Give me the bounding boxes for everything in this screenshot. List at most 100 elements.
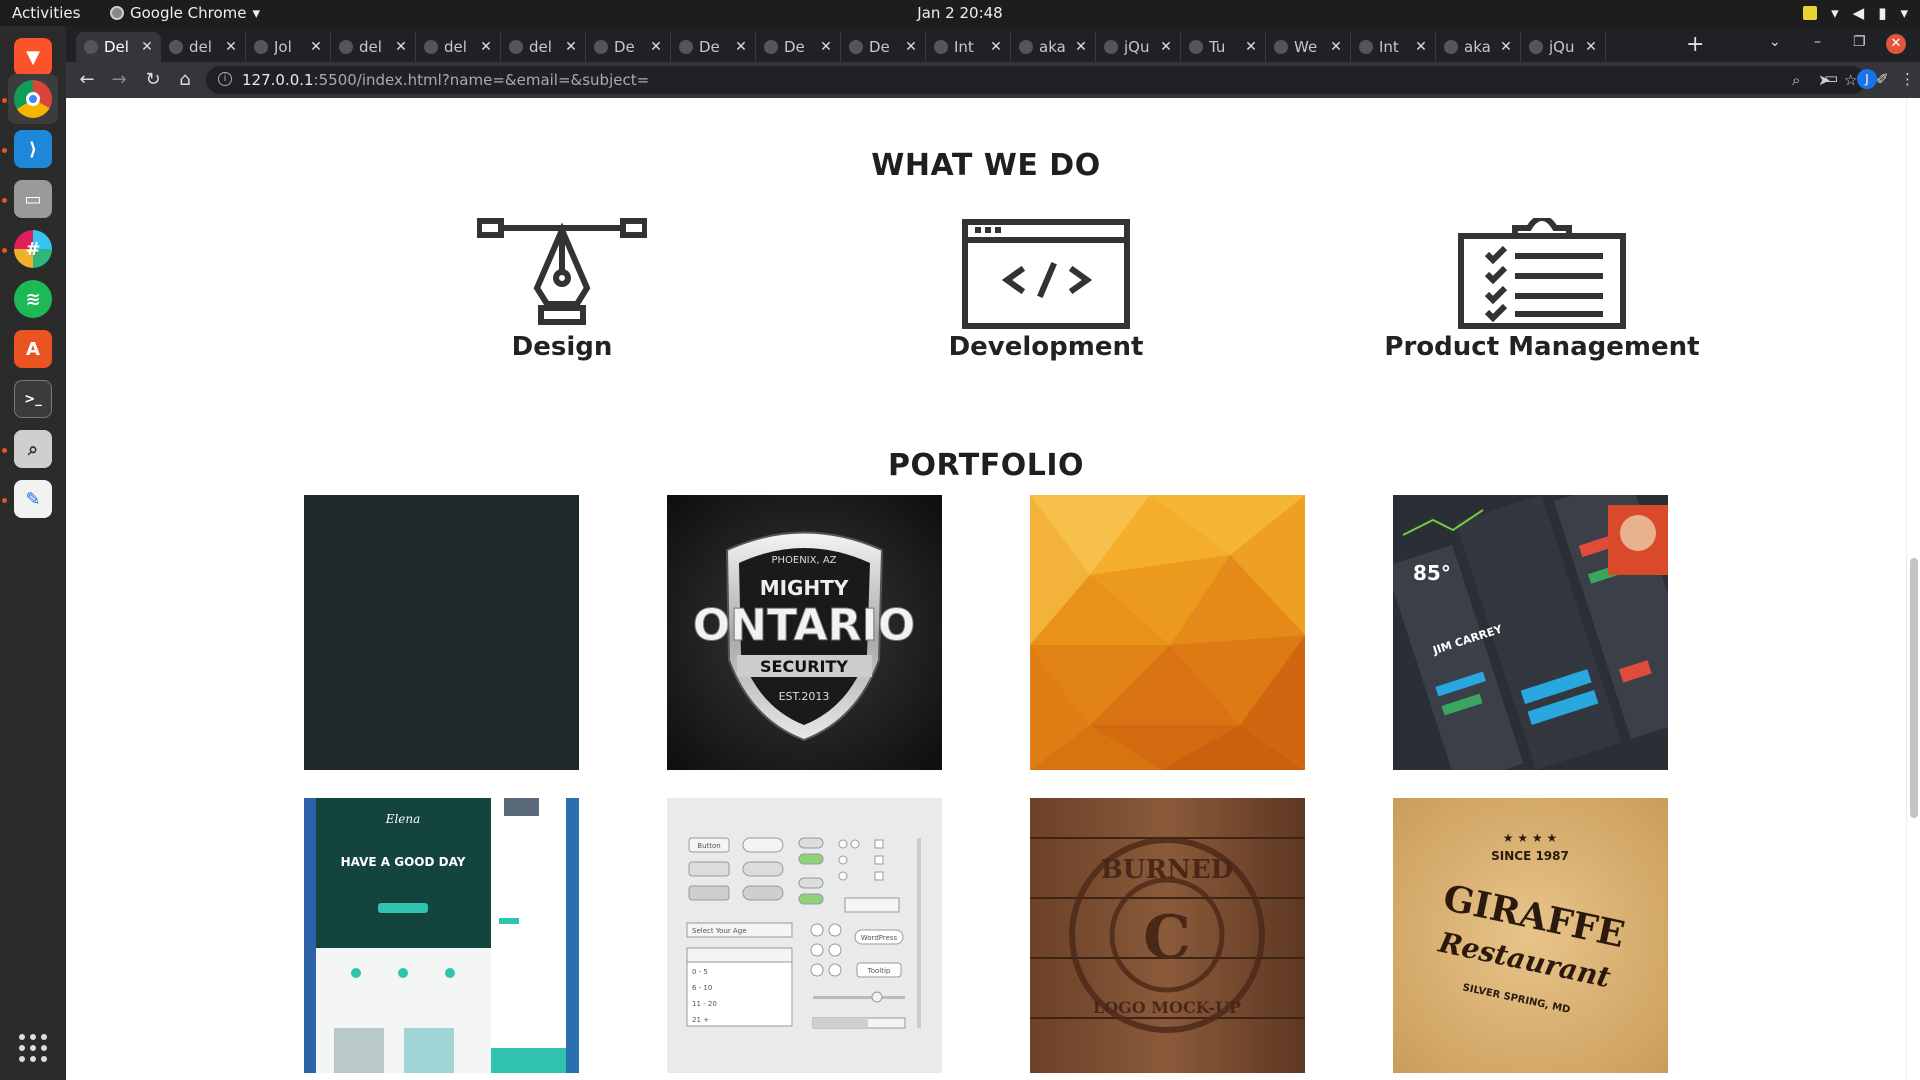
app-menu[interactable]: Google Chrome ▾ [110,4,260,22]
tab-close-icon[interactable]: ✕ [393,39,409,55]
portfolio-item-ontario[interactable]: PHOENIX, AZ MIGHTY ONTARIO SECURITY EST.… [667,495,942,770]
tab-favicon-icon [1529,40,1543,54]
tab-close-icon[interactable]: ✕ [818,39,834,55]
browser-tab[interactable]: del ✕ [416,32,501,62]
browser-tab[interactable]: Int ✕ [926,32,1011,62]
stars-decoration: ★ ★ ★ ★ [1503,831,1557,845]
new-tab-button[interactable]: + [1686,32,1704,57]
browser-tab[interactable]: jQu ✕ [1521,32,1606,62]
bookmark-star-icon[interactable]: ☆ [1844,71,1857,89]
dock-text-editor[interactable]: ✎ [8,474,58,524]
tab-close-icon[interactable]: ✕ [139,39,155,55]
site-info-icon[interactable]: i [218,72,232,86]
portfolio-item-orange-polygon[interactable] [1030,495,1305,770]
zoom-icon[interactable]: ⌕ [1792,71,1800,89]
tab-title: del [529,38,552,56]
dock-files[interactable]: ▭ [8,174,58,224]
back-button[interactable]: ← [76,69,98,90]
close-window-button[interactable]: ✕ [1886,34,1906,54]
tab-close-icon[interactable]: ✕ [1073,39,1089,55]
ubuntu-dock: ▼ ⟩ ▭ # ≋ A >_ ⌕ ✎ [0,26,66,1080]
browser-tab[interactable]: We ✕ [1266,32,1351,62]
browser-tab[interactable]: De ✕ [586,32,671,62]
browser-tab[interactable]: De ✕ [671,32,756,62]
home-button[interactable]: ⌂ [174,69,196,90]
tab-close-icon[interactable]: ✕ [478,39,494,55]
browser-tab[interactable]: aka ✕ [1011,32,1096,62]
tab-title: De [869,38,890,56]
browser-tab[interactable]: del ✕ [331,32,416,62]
tab-close-icon[interactable]: ✕ [223,39,239,55]
dock-spotify[interactable]: ≋ [8,274,58,324]
browser-tab[interactable]: Del ✕ [76,32,161,62]
browser-tab[interactable]: Tu ✕ [1181,32,1266,62]
page-scrollbar[interactable] [1906,98,1920,1080]
dock-chrome[interactable] [8,74,58,124]
terminal-icon: >_ [14,380,52,418]
browser-tab[interactable]: del ✕ [161,32,246,62]
tab-close-icon[interactable]: ✕ [1243,39,1259,55]
tab-title: del [189,38,212,56]
browser-tab[interactable]: del ✕ [501,32,586,62]
tab-search-icon[interactable]: ⌄ [1769,34,1781,50]
minimize-button[interactable]: – [1814,34,1821,50]
chrome-menu-icon[interactable]: ⋮ [1900,70,1915,88]
system-tray[interactable]: ▾ ◀ ▮ ▾ [1803,4,1908,22]
tab-close-icon[interactable]: ✕ [903,39,919,55]
notes-indicator-icon[interactable] [1803,6,1818,20]
browser-tab[interactable]: jQu ✕ [1096,32,1181,62]
ui-kit-temp-text: 85° [1413,561,1451,585]
portfolio-item-website-mockup[interactable]: Elena HAVE A GOOD DAY [304,798,579,1073]
reload-button[interactable]: ↻ [142,69,164,90]
portfolio-item-burned-logo[interactable]: BURNED C LOGO MOCK-UP [1030,798,1305,1073]
forward-button[interactable]: → [108,69,130,90]
url-text[interactable]: 127.0.0.1:5500/index.html?name=&email=&s… [242,71,649,89]
dock-terminal[interactable]: >_ [8,374,58,424]
power-menu-icon[interactable]: ▾ [1900,4,1908,22]
tab-title: jQu [1549,38,1575,56]
slack-icon: # [14,230,52,268]
restore-button[interactable]: ❐ [1853,34,1866,50]
volume-icon[interactable]: ◀ [1853,4,1865,22]
battery-icon[interactable]: ▮ [1878,4,1886,22]
browser-tab[interactable]: De ✕ [841,32,926,62]
tab-title: De [699,38,720,56]
browser-tab[interactable]: De ✕ [756,32,841,62]
show-applications-icon[interactable] [19,1034,47,1062]
kit-tooltip-text: Tooltip [867,967,891,975]
dock-slack[interactable]: # [8,224,58,274]
tab-favicon-icon [679,40,693,54]
browser-tab[interactable]: Int ✕ [1351,32,1436,62]
dock-software[interactable]: A [8,324,58,374]
tab-title: jQu [1124,38,1150,56]
tab-close-icon[interactable]: ✕ [648,39,664,55]
tab-favicon-icon [1359,40,1373,54]
clock[interactable]: Jan 2 20:48 [0,4,1920,22]
tab-close-icon[interactable]: ✕ [988,39,1004,55]
browser-tab[interactable]: aka ✕ [1436,32,1521,62]
tab-close-icon[interactable]: ✕ [1328,39,1344,55]
profile-avatar[interactable]: J [1857,69,1877,89]
portfolio-item-dark[interactable] [304,495,579,770]
tab-close-icon[interactable]: ✕ [1498,39,1514,55]
tab-close-icon[interactable]: ✕ [733,39,749,55]
activities-button[interactable]: Activities [12,4,80,22]
dock-vscode[interactable]: ⟩ [8,124,58,174]
extension-pen-icon[interactable]: ✐ [1876,70,1889,88]
address-bar[interactable]: i 127.0.0.1:5500/index.html?name=&email=… [206,66,1866,94]
tab-close-icon[interactable]: ✕ [563,39,579,55]
tab-close-icon[interactable]: ✕ [308,39,324,55]
browser-tab[interactable]: Jol ✕ [246,32,331,62]
tab-close-icon[interactable]: ✕ [1413,39,1429,55]
tab-title: aka [1464,38,1491,56]
tab-close-icon[interactable]: ✕ [1158,39,1174,55]
portfolio-item-giraffe-logo[interactable]: SINCE 1987 ★ ★ ★ ★ GIRAFFE Restaurant SI… [1393,798,1668,1073]
tab-close-icon[interactable]: ✕ [1583,39,1599,55]
burned-bottom-text: LOGO MOCK-UP [1093,998,1241,1017]
wifi-icon[interactable]: ▾ [1831,4,1839,22]
dock-image-viewer[interactable]: ⌕ [8,424,58,474]
cast-icon[interactable]: ▭ [1824,69,1846,87]
scrollbar-thumb[interactable] [1910,558,1918,818]
portfolio-item-dark-ui-kit[interactable]: 85° JIM CARREY [1393,495,1668,770]
portfolio-item-ui-controls-kit[interactable]: Button Select Your Age 0 - 5 6 - 10 11 -… [667,798,942,1073]
